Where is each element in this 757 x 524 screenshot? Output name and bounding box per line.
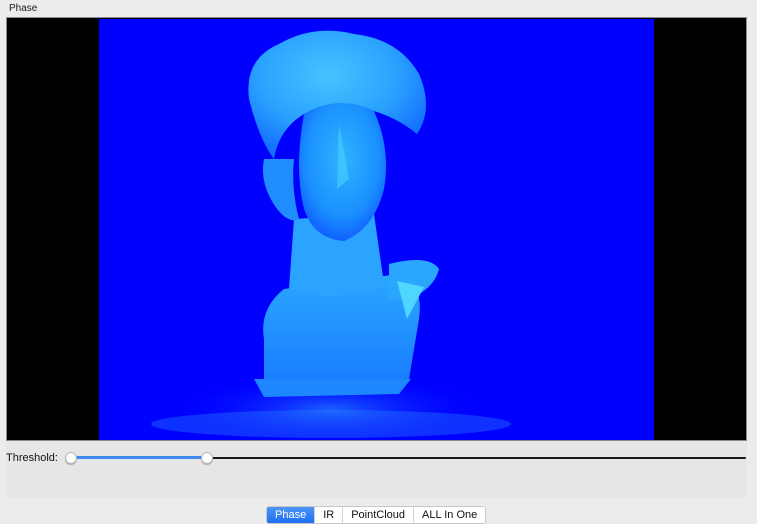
slider-min-handle[interactable] bbox=[65, 452, 77, 464]
slider-range-fill bbox=[71, 456, 207, 459]
view-tab-bar: Phase IR PointCloud ALL In One bbox=[266, 506, 487, 524]
tab-all-in-one[interactable]: ALL In One bbox=[414, 507, 486, 523]
slider-max-handle[interactable] bbox=[201, 452, 213, 464]
phase-image bbox=[99, 19, 654, 440]
tab-phase[interactable]: Phase bbox=[267, 507, 316, 523]
image-view bbox=[6, 17, 747, 441]
main-window: Phase Threshold: Phase IR PointCloud ALL… bbox=[0, 0, 757, 524]
tab-ir[interactable]: IR bbox=[315, 507, 344, 523]
window-title: Phase bbox=[9, 3, 38, 14]
threshold-slider[interactable] bbox=[65, 449, 746, 467]
tab-pointcloud[interactable]: PointCloud bbox=[343, 507, 415, 523]
title-bar: Phase bbox=[0, 0, 757, 17]
bust-phase-render bbox=[99, 19, 654, 440]
controls-panel: Threshold: bbox=[6, 441, 747, 497]
threshold-label: Threshold: bbox=[6, 452, 58, 464]
